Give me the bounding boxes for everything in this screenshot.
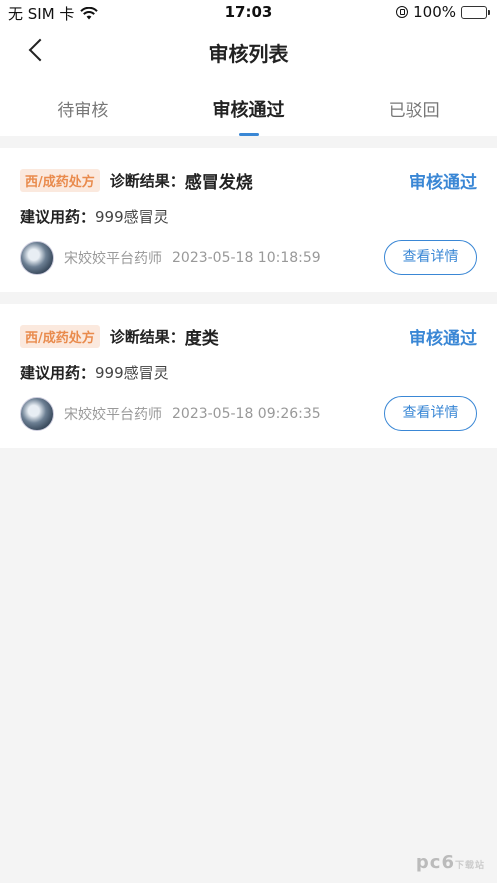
card-footer: 宋姣姣平台药师 2023-05-18 10:18:59 查看详情 [20,240,477,276]
diagnosis-value: 度类 [184,328,219,349]
tab-label: 审核通过 [212,100,285,121]
medication-label: 建议用药： [20,364,96,382]
nav-bar: 审核列表 [0,26,497,76]
status-bar: 无 SIM 卡 17:03 100% [0,0,497,26]
list-item[interactable]: 西/成药处方 诊断结果： 度类 审核通过 建议用药：999感冒灵 宋姣姣平台药师… [0,304,497,448]
tab-rejected[interactable]: 已驳回 [331,76,497,136]
diagnosis-label: 诊断结果： [109,171,185,190]
diagnosis-value: 感冒发烧 [184,172,253,193]
tab-label: 待审核 [57,101,109,121]
card-header: 西/成药处方 诊断结果： 感冒发烧 审核通过 [20,168,477,193]
tab-indicator [238,133,259,136]
view-details-button[interactable]: 查看详情 [384,240,477,275]
medication-row: 建议用药：999感冒灵 [20,206,169,227]
tab-bar: 待审核 审核通过 已驳回 [0,76,497,136]
list-item[interactable]: 西/成药处方 诊断结果： 感冒发烧 审核通过 建议用药：999感冒灵 宋姣姣平台… [0,148,497,292]
pharmacist-name: 宋姣姣平台药师 [64,251,162,267]
status-right: 100% [396,3,490,21]
view-details-button[interactable]: 查看详情 [384,396,477,431]
card-footer: 宋姣姣平台药师 2023-05-18 09:26:35 查看详情 [20,396,477,432]
battery-icon [461,5,490,19]
pharmacist-name: 宋姣姣平台药师 [64,407,162,423]
watermark-text: pc6 [415,852,455,873]
medication-row: 建议用药：999感冒灵 [20,362,169,383]
medication-value: 999感冒灵 [95,364,169,382]
watermark-sub: 下载站 [454,861,485,871]
header: 无 SIM 卡 17:03 100% 审核列表 待审核 审核通过 已驳回 [0,0,497,136]
battery-percent: 100% [413,3,456,21]
timestamp: 2023-05-18 10:18:59 [172,250,321,266]
medication-label: 建议用药： [20,208,96,226]
status-badge: 审核通过 [409,173,477,193]
watermark-logo: pc6下载站 [416,852,485,873]
rx-type-badge: 西/成药处方 [20,168,100,192]
avatar [20,241,54,275]
card-header: 西/成药处方 诊断结果： 度类 审核通过 [20,324,477,349]
tab-approved[interactable]: 审核通过 [166,76,332,136]
timestamp: 2023-05-18 09:26:35 [172,406,321,422]
tab-label: 已驳回 [388,101,440,121]
status-badge: 审核通过 [409,329,477,349]
diagnosis-label: 诊断结果： [109,327,185,346]
avatar [20,397,54,431]
rx-type-badge: 西/成药处方 [20,324,100,348]
orientation-lock-icon [396,6,409,18]
tab-pending[interactable]: 待审核 [0,76,166,136]
medication-value: 999感冒灵 [95,208,169,226]
page-title: 审核列表 [208,42,289,66]
review-list: 西/成药处方 诊断结果： 感冒发烧 审核通过 建议用药：999感冒灵 宋姣姣平台… [0,136,497,448]
